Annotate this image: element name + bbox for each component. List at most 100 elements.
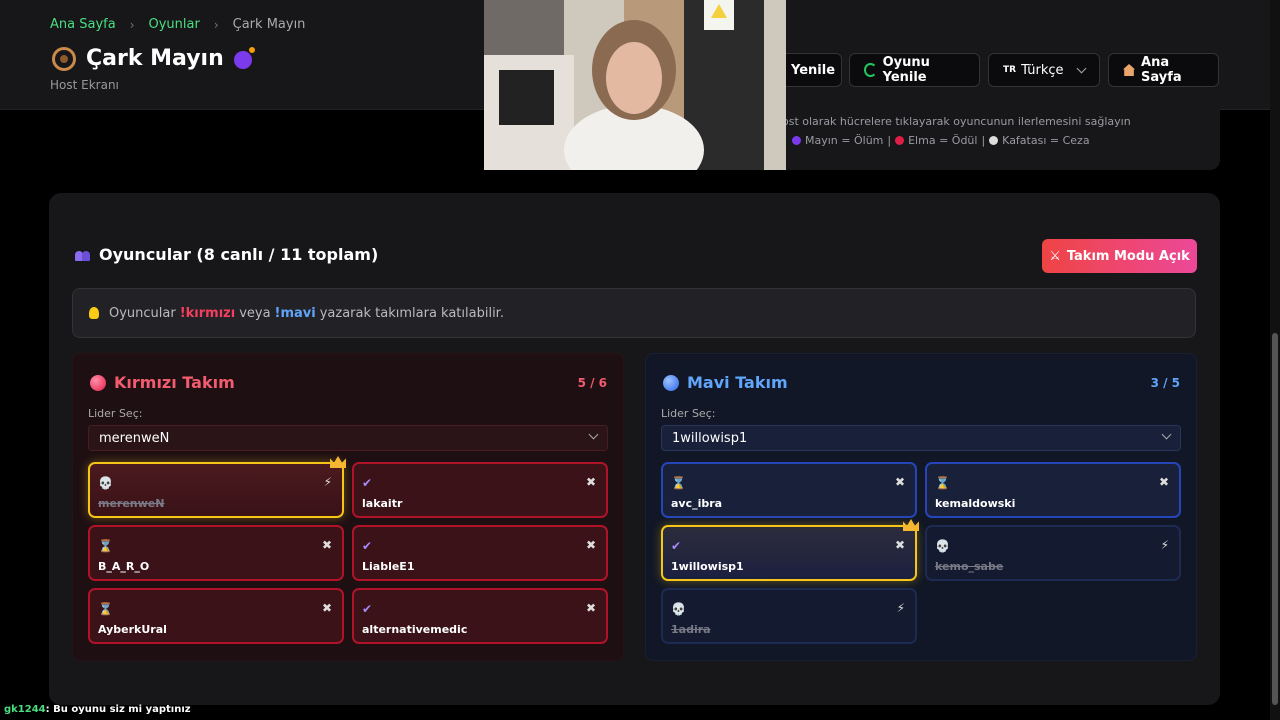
lightbulb-icon bbox=[89, 307, 99, 319]
breadcrumb-separator: › bbox=[129, 17, 135, 32]
legend-skull: Kafatası = Ceza bbox=[1002, 134, 1090, 147]
team-join-info: Oyuncular !kırmızı veya !mavi yazarak ta… bbox=[72, 288, 1196, 338]
player-card[interactable]: ✔ LiableE1 ✖ bbox=[352, 525, 608, 581]
legend-apple: Elma = Ödül bbox=[908, 134, 978, 147]
chevron-down-icon bbox=[1076, 63, 1087, 73]
red-team-header: Kırmızı Takım bbox=[90, 373, 235, 392]
player-card[interactable]: 💀 1adira ⚡ bbox=[661, 588, 917, 644]
hourglass-icon: ⌛ bbox=[98, 602, 113, 616]
legend-row: Mayın = Ölüm | Elma = Ödül | Kafatası = … bbox=[792, 134, 1090, 147]
blue-team-panel: Mavi Takım 3 / 5 Lider Seç: 1willowisp1 … bbox=[645, 353, 1197, 661]
swords-icon: ⚔ bbox=[1049, 248, 1061, 264]
red-team-count: 5 / 6 bbox=[577, 376, 607, 390]
crown-icon bbox=[903, 519, 919, 531]
blue-team-header: Mavi Takım bbox=[663, 373, 788, 392]
hourglass-icon: ⌛ bbox=[98, 539, 113, 553]
close-icon[interactable]: ✖ bbox=[895, 538, 905, 552]
blue-team-count: 3 / 5 bbox=[1150, 376, 1180, 390]
refresh-button-label: Yenile bbox=[791, 62, 836, 78]
lightning-icon[interactable]: ⚡ bbox=[324, 475, 332, 489]
host-instructions-text: ost olarak hücrelere tıklayarak oyuncunu… bbox=[782, 115, 1131, 128]
hourglass-icon: ⌛ bbox=[935, 476, 950, 490]
blue-leader-select[interactable]: 1willowisp1 bbox=[661, 425, 1181, 451]
blue-circle-icon bbox=[663, 374, 679, 391]
bomb-icon bbox=[792, 136, 801, 145]
flag-tr-icon: TR bbox=[1003, 65, 1017, 75]
player-name: merenweN bbox=[98, 497, 165, 510]
red-leader-value: merenweN bbox=[99, 430, 170, 446]
breadcrumb-current: Çark Mayın bbox=[232, 17, 306, 32]
scrollbar-thumb[interactable] bbox=[1272, 333, 1278, 705]
lightning-icon[interactable]: ⚡ bbox=[897, 601, 905, 615]
chat-username: gk1244 bbox=[4, 704, 46, 715]
player-card[interactable]: ✔ lakaitr ✖ bbox=[352, 462, 608, 518]
check-icon: ✔ bbox=[362, 602, 373, 616]
player-name: 1adira bbox=[671, 623, 711, 636]
webcam-overlay bbox=[484, 0, 786, 170]
page-scrollbar[interactable] bbox=[1270, 0, 1280, 720]
info-blue-command: !mavi bbox=[274, 305, 316, 321]
skull-icon: 💀 bbox=[98, 476, 113, 490]
player-name: alternativemedic bbox=[362, 623, 468, 636]
player-name: kemaldowski bbox=[935, 497, 1016, 510]
chat-message: gk1244: Bu oyunu siz mi yaptınız bbox=[4, 704, 191, 715]
check-icon: ✔ bbox=[362, 539, 373, 553]
host-instructions: ost olarak hücrelere tıklayarak oyuncunu… bbox=[770, 105, 1220, 170]
player-card[interactable]: ⌛ AyberkUral ✖ bbox=[88, 588, 344, 644]
close-icon[interactable]: ✖ bbox=[322, 601, 332, 615]
blue-team-title: Mavi Takım bbox=[687, 373, 788, 392]
check-icon: ✔ bbox=[671, 539, 682, 553]
close-icon[interactable]: ✖ bbox=[1159, 475, 1169, 489]
refresh-game-button[interactable]: Oyunu Yenile bbox=[849, 53, 980, 87]
players-heading-row: Oyuncular (8 canlı / 11 toplam) bbox=[75, 245, 378, 264]
refresh-game-button-label: Oyunu Yenile bbox=[882, 55, 930, 85]
blue-leader-value: 1willowisp1 bbox=[672, 430, 748, 446]
close-icon[interactable]: ✖ bbox=[895, 475, 905, 489]
chevron-down-icon bbox=[588, 429, 599, 440]
home-icon bbox=[1123, 64, 1136, 76]
breadcrumb-home-link[interactable]: Ana Sayfa bbox=[50, 17, 116, 32]
player-card[interactable]: ⌛ kemaldowski ✖ bbox=[925, 462, 1181, 518]
page-title: Çark Mayın bbox=[86, 46, 224, 71]
team-mode-label: Takım Modu Açık bbox=[1066, 248, 1190, 264]
player-name: lakaitr bbox=[362, 497, 403, 510]
breadcrumb-games-link[interactable]: Oyunlar bbox=[149, 17, 200, 32]
info-red-command: !kırmızı bbox=[179, 305, 236, 321]
wheel-icon bbox=[52, 46, 76, 71]
close-icon[interactable]: ✖ bbox=[586, 601, 596, 615]
close-icon[interactable]: ✖ bbox=[322, 538, 332, 552]
hourglass-icon: ⌛ bbox=[671, 476, 686, 490]
close-icon[interactable]: ✖ bbox=[586, 538, 596, 552]
crown-icon bbox=[330, 456, 346, 468]
player-card[interactable]: 💀 merenweN ⚡ bbox=[88, 456, 346, 518]
player-card[interactable]: ✔ 1willowisp1 ✖ bbox=[661, 519, 919, 581]
apple-icon bbox=[895, 136, 905, 145]
info-prefix: Oyuncular bbox=[109, 305, 176, 321]
player-name: B_A_R_O bbox=[98, 560, 150, 573]
red-circle-icon bbox=[90, 374, 106, 391]
red-leader-select[interactable]: merenweN bbox=[88, 425, 608, 451]
chat-text: : Bu oyunu siz mi yaptınız bbox=[45, 704, 191, 715]
chevron-down-icon bbox=[1161, 429, 1172, 440]
home-button[interactable]: Ana Sayfa bbox=[1108, 53, 1219, 87]
red-team-title: Kırmızı Takım bbox=[114, 373, 235, 392]
player-card[interactable]: ⌛ avc_ibra ✖ bbox=[661, 462, 917, 518]
close-icon[interactable]: ✖ bbox=[586, 475, 596, 489]
team-mode-button[interactable]: ⚔ Takım Modu Açık bbox=[1042, 239, 1197, 273]
page-title-row: Çark Mayın bbox=[52, 46, 255, 71]
player-card[interactable]: ✔ alternativemedic ✖ bbox=[352, 588, 608, 644]
player-card[interactable]: 💀 kemo_sabe ⚡ bbox=[925, 525, 1181, 581]
breadcrumb: Ana Sayfa › Oyunlar › Çark Mayın bbox=[50, 17, 305, 32]
players-heading: Oyuncular (8 canlı / 11 toplam) bbox=[99, 245, 379, 264]
language-select[interactable]: TR Türkçe bbox=[988, 53, 1100, 87]
skull-icon bbox=[989, 136, 999, 145]
skull-icon: 💀 bbox=[671, 602, 686, 616]
home-button-label: Ana Sayfa bbox=[1141, 55, 1182, 85]
player-name: avc_ibra bbox=[671, 497, 723, 510]
legend-separator: | bbox=[887, 134, 892, 147]
player-name: LiableE1 bbox=[362, 560, 415, 573]
lightning-icon[interactable]: ⚡ bbox=[1161, 538, 1169, 552]
language-value: Türkçe bbox=[1021, 62, 1064, 78]
red-leader-label: Lider Seç: bbox=[88, 407, 143, 420]
player-card[interactable]: ⌛ B_A_R_O ✖ bbox=[88, 525, 344, 581]
